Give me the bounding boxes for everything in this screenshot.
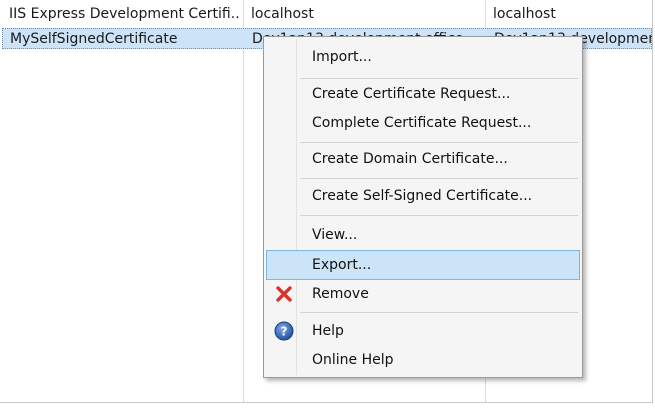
- menu-item-create-self-signed-certificate[interactable]: Create Self-Signed Certificate...: [266, 182, 580, 210]
- menu-item-create-domain-certificate[interactable]: Create Domain Certificate...: [266, 145, 580, 173]
- menu-separator: [300, 78, 578, 79]
- menu-item-label: Online Help: [312, 352, 394, 368]
- cert-issued-to: localhost: [251, 6, 314, 22]
- menu-item-label: Remove: [312, 286, 369, 302]
- menu-item-label: Export...: [312, 257, 372, 273]
- cert-name: IIS Express Development Certifi...: [9, 6, 241, 22]
- red-x-icon: [274, 284, 294, 304]
- menu-item-remove[interactable]: Remove: [266, 280, 580, 308]
- help-circle-icon: ?: [274, 321, 294, 341]
- menu-item-complete-certificate-request[interactable]: Complete Certificate Request...: [266, 109, 580, 137]
- menu-item-view[interactable]: View...: [266, 221, 580, 249]
- menu-item-create-certificate-request[interactable]: Create Certificate Request...: [266, 80, 580, 108]
- menu-separator: [300, 178, 578, 179]
- cert-name: MySelfSignedCertificate: [10, 31, 178, 47]
- menu-item-label: Complete Certificate Request...: [312, 115, 532, 131]
- column-separator: [243, 0, 244, 402]
- menu-item-help[interactable]: ? Help: [266, 317, 580, 345]
- table-row[interactable]: IIS Express Development Certifi... local…: [0, 4, 652, 24]
- menu-item-label: Import...: [312, 49, 372, 65]
- menu-separator: [300, 215, 578, 216]
- menu-separator: [300, 312, 578, 313]
- context-menu: Import... Create Certificate Request... …: [263, 36, 583, 378]
- menu-item-label: View...: [312, 227, 358, 243]
- menu-separator: [300, 142, 578, 143]
- menu-item-label: Help: [312, 323, 344, 339]
- menu-item-label: Create Domain Certificate...: [312, 151, 508, 167]
- svg-text:?: ?: [281, 325, 288, 339]
- cert-issued-by: localhost: [493, 6, 556, 22]
- menu-item-label: Create Self-Signed Certificate...: [312, 188, 533, 204]
- menu-item-label: Create Certificate Request...: [312, 86, 511, 102]
- menu-item-import[interactable]: Import...: [266, 43, 580, 71]
- menu-item-online-help[interactable]: Online Help: [266, 346, 580, 374]
- menu-item-export[interactable]: Export...: [266, 250, 580, 280]
